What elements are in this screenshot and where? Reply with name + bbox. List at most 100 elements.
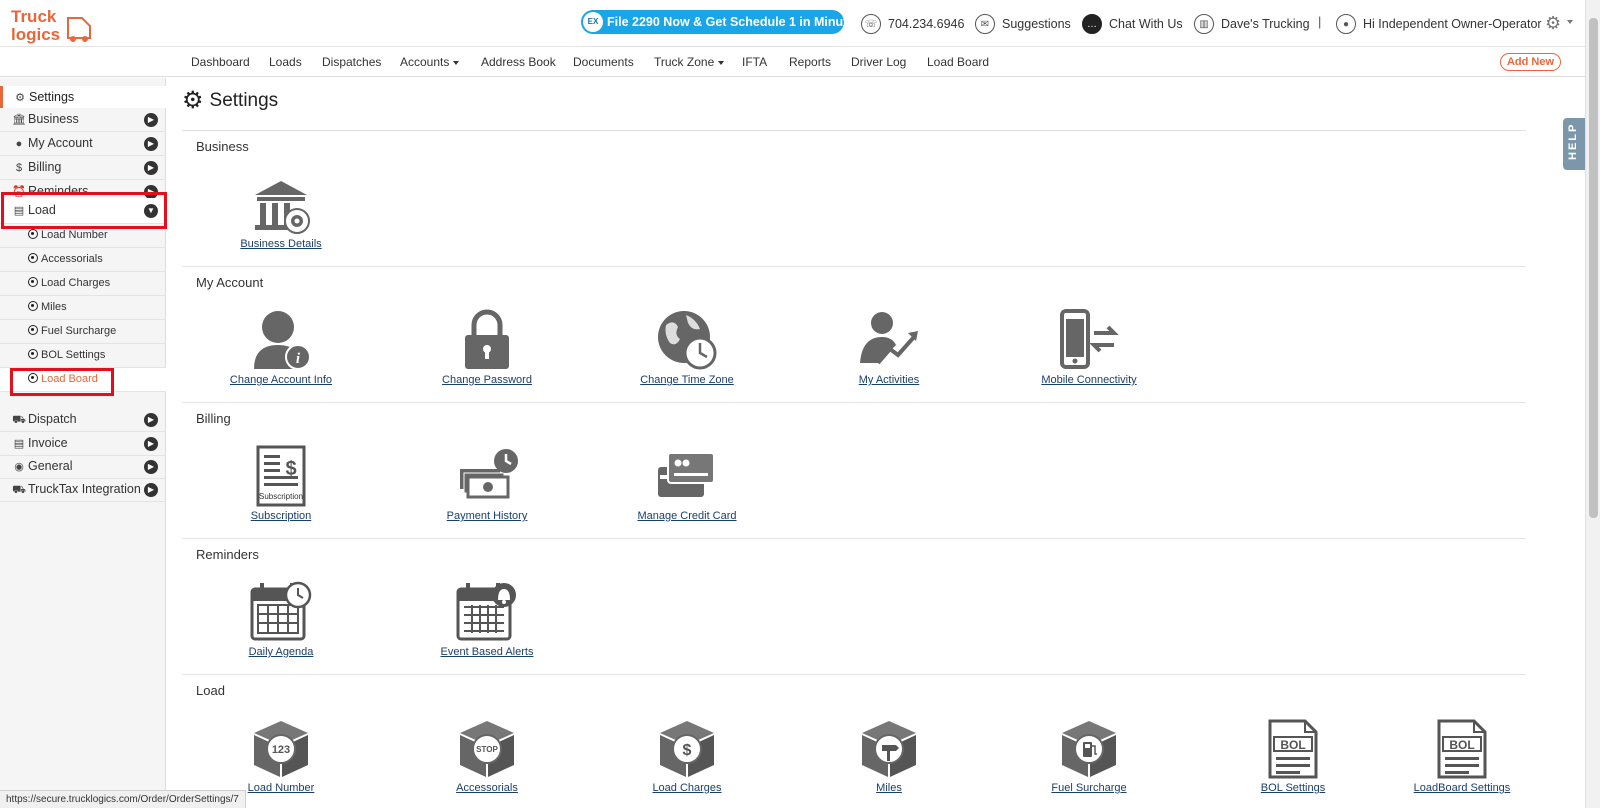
tile-loadboard-settings[interactable]: BOL LoadBoard Settings bbox=[1387, 719, 1537, 794]
sidebar-item-billing[interactable]: $ Billing ▶ bbox=[0, 156, 166, 180]
sidebar-item-dispatch[interactable]: ⛟ Dispatch ▶ bbox=[0, 408, 166, 432]
tile-label[interactable]: Load Charges bbox=[612, 782, 762, 794]
scrollbar-thumb[interactable] bbox=[1589, 18, 1598, 518]
tile-change-account-info[interactable]: i Change Account Info bbox=[206, 309, 356, 386]
suggestions-link[interactable]: ✉ Suggestions bbox=[975, 13, 1071, 35]
tile-business-details[interactable]: Business Details bbox=[206, 177, 356, 250]
tile-label[interactable]: Daily Agenda bbox=[206, 646, 356, 658]
tile-label[interactable]: Accessorials bbox=[412, 782, 562, 794]
sidebar-item-load[interactable]: ▤ Load ▼ bbox=[0, 198, 166, 224]
compass-icon: ◉ bbox=[14, 461, 24, 473]
gear-icon: ⚙ bbox=[182, 87, 204, 114]
express-badge-icon: EX bbox=[583, 12, 603, 32]
sidebar-sub-accessorials[interactable]: Accessorials bbox=[0, 248, 166, 272]
nav-accounts[interactable]: Accounts bbox=[400, 55, 460, 69]
nav-loads[interactable]: Loads bbox=[269, 55, 302, 69]
sidebar-sub-miles[interactable]: Miles bbox=[0, 296, 166, 320]
chevron-down-icon[interactable] bbox=[1567, 20, 1573, 24]
tile-payment-history[interactable]: Payment History bbox=[412, 445, 562, 522]
chevron-right-icon[interactable]: ▶ bbox=[144, 483, 158, 497]
tile-label[interactable]: Change Password bbox=[412, 374, 562, 386]
settings-main: ⚙ Settings Business Business Details My … bbox=[166, 78, 1585, 798]
tile-label[interactable]: LoadBoard Settings bbox=[1387, 782, 1537, 794]
sidebar-item-my-account[interactable]: ● My Account ▶ bbox=[0, 132, 166, 156]
bill-icon: $ bbox=[15, 162, 23, 174]
tile-label[interactable]: Event Based Alerts bbox=[412, 646, 562, 658]
tile-manage-credit-card[interactable]: Manage Credit Card bbox=[612, 445, 762, 522]
sidebar-item-business[interactable]: 🏛 Business ▶ bbox=[0, 108, 166, 132]
user-menu[interactable]: ● Hi Independent Owner-Operator bbox=[1336, 13, 1542, 35]
company-link[interactable]: ▥ Dave's Trucking bbox=[1194, 13, 1310, 35]
add-new-button[interactable]: Add New bbox=[1500, 53, 1561, 71]
tile-load-number[interactable]: 123 Load Number bbox=[206, 719, 356, 794]
tile-change-password[interactable]: Change Password bbox=[412, 309, 562, 386]
tile-mobile-connectivity[interactable]: Mobile Connectivity bbox=[1014, 309, 1164, 386]
tile-label[interactable]: BOL Settings bbox=[1218, 782, 1368, 794]
gear-icon[interactable]: ⚙ bbox=[1545, 13, 1561, 34]
nav-truck-zone[interactable]: Truck Zone bbox=[654, 55, 725, 69]
chevron-right-icon[interactable]: ▶ bbox=[144, 413, 158, 427]
section-my-account: My Account i Change Account Info Change … bbox=[182, 267, 1526, 403]
tile-label[interactable]: Business Details bbox=[206, 238, 356, 250]
chevron-right-icon[interactable]: ▶ bbox=[144, 161, 158, 175]
sidebar-item-general[interactable]: ◉ General ▶ bbox=[0, 455, 166, 479]
sidebar-sub-label: BOL Settings bbox=[41, 349, 106, 361]
tile-label[interactable]: Miles bbox=[814, 782, 964, 794]
sidebar-sub-label: Load Number bbox=[41, 229, 108, 241]
sidebar-sub-load-number[interactable]: Load Number bbox=[0, 224, 166, 248]
tile-load-charges[interactable]: $ Load Charges bbox=[612, 719, 762, 794]
chevron-right-icon[interactable]: ▶ bbox=[144, 460, 158, 474]
nav-documents[interactable]: Documents bbox=[573, 55, 634, 69]
tile-label[interactable]: Payment History bbox=[412, 510, 562, 522]
top-header: Truck logics EX File 2290 Now & Get Sche… bbox=[0, 0, 1585, 47]
invoice-icon: ▤ bbox=[13, 438, 25, 450]
sidebar-title[interactable]: ⚙ Settings bbox=[0, 86, 166, 108]
box-dollar-icon: $ bbox=[660, 721, 714, 777]
nav-dispatches[interactable]: Dispatches bbox=[322, 55, 381, 69]
tile-label[interactable]: Change Time Zone bbox=[612, 374, 762, 386]
nav-reports[interactable]: Reports bbox=[789, 55, 831, 69]
chevron-right-icon[interactable]: ▶ bbox=[144, 113, 158, 127]
tile-label[interactable]: My Activities bbox=[814, 374, 964, 386]
page-scrollbar[interactable] bbox=[1585, 0, 1600, 808]
tile-miles[interactable]: Miles bbox=[814, 719, 964, 794]
circle-dot-icon bbox=[28, 253, 38, 263]
tile-fuel-surcharge[interactable]: Fuel Surcharge bbox=[1014, 719, 1164, 794]
tile-label[interactable]: Fuel Surcharge bbox=[1014, 782, 1164, 794]
nav-load-board[interactable]: Load Board bbox=[927, 55, 989, 69]
sidebar-item-trucktax-integration[interactable]: ⛟ TruckTax Integration ▶ bbox=[0, 478, 166, 502]
svg-text:STOP: STOP bbox=[476, 745, 498, 754]
chevron-right-icon[interactable]: ▶ bbox=[144, 137, 158, 151]
nav-address-book[interactable]: Address Book bbox=[481, 55, 556, 69]
chevron-right-icon[interactable]: ▶ bbox=[144, 185, 158, 199]
phone-link[interactable]: ☏ 704.234.6946 bbox=[861, 13, 964, 35]
tile-label[interactable]: Change Account Info bbox=[206, 374, 356, 386]
sidebar-item-invoice[interactable]: ▤ Invoice ▶ bbox=[0, 432, 166, 456]
sidebar-sub-load-charges[interactable]: Load Charges bbox=[0, 272, 166, 296]
tile-label[interactable]: Subscription bbox=[206, 510, 356, 522]
chevron-down-icon[interactable]: ▼ bbox=[144, 204, 158, 218]
tile-label[interactable]: Manage Credit Card bbox=[612, 510, 762, 522]
tile-label[interactable]: Mobile Connectivity bbox=[1014, 374, 1164, 386]
tile-event-based-alerts[interactable]: Event Based Alerts bbox=[412, 581, 562, 658]
tile-subscription[interactable]: $ Subscription Subscription bbox=[206, 445, 356, 522]
trucklogics-logo[interactable]: Truck logics bbox=[10, 6, 92, 44]
sidebar-sub-load-board[interactable]: Load Board bbox=[0, 368, 166, 392]
nav-dashboard[interactable]: Dashboard bbox=[191, 55, 250, 69]
credit-card-icon bbox=[658, 452, 715, 497]
tile-change-time-zone[interactable]: Change Time Zone bbox=[612, 309, 762, 386]
tile-accessorials[interactable]: STOP Accessorials bbox=[412, 719, 562, 794]
gear-icon: ⚙ bbox=[15, 92, 25, 104]
nav-driver-log[interactable]: Driver Log bbox=[851, 55, 906, 69]
nav-ifta[interactable]: IFTA bbox=[742, 55, 767, 69]
user-info-icon: i bbox=[254, 311, 311, 370]
tile-daily-agenda[interactable]: Daily Agenda bbox=[206, 581, 356, 658]
chat-link[interactable]: … Chat With Us bbox=[1082, 13, 1183, 35]
circle-dot-icon bbox=[28, 325, 38, 335]
chevron-right-icon[interactable]: ▶ bbox=[144, 437, 158, 451]
tile-my-activities[interactable]: My Activities bbox=[814, 309, 964, 386]
sidebar-sub-bol-settings[interactable]: BOL Settings bbox=[0, 344, 166, 368]
sidebar-sub-fuel-surcharge[interactable]: Fuel Surcharge bbox=[0, 320, 166, 344]
file-2290-promo-button[interactable]: EX File 2290 Now & Get Schedule 1 in Min… bbox=[581, 10, 861, 34]
tile-bol-settings[interactable]: BOL BOL Settings bbox=[1218, 719, 1368, 794]
